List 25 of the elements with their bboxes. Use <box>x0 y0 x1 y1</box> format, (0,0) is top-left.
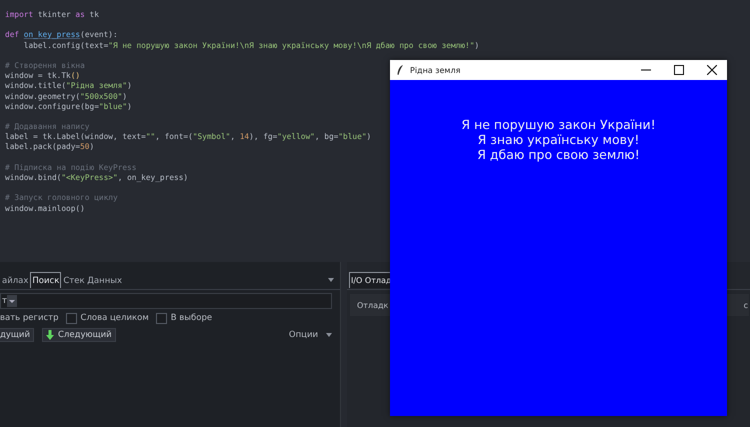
panel-tab[interactable]: Стек Данных <box>61 272 124 288</box>
panel-tab[interactable]: Поиск <box>30 272 62 288</box>
window-title: Рідна земля <box>410 66 460 74</box>
caret-icon[interactable] <box>328 278 334 282</box>
down-arrow-icon <box>46 330 54 340</box>
next-button[interactable]: Следующий <box>42 328 116 342</box>
label-text: Я знаю українську мову! <box>476 132 640 147</box>
options-menu[interactable]: Опции <box>288 330 318 340</box>
dropdown-icon[interactable] <box>6 295 17 307</box>
close-icon[interactable] <box>707 65 717 75</box>
checkbox-label[interactable]: В выборе <box>170 313 212 323</box>
checkbox[interactable] <box>156 312 167 324</box>
label-text: Я не порушую закон України! <box>461 117 656 132</box>
maximize-icon[interactable] <box>674 65 684 75</box>
caret-icon[interactable] <box>326 333 332 337</box>
label-text: Я дбаю про свою землю! <box>476 147 641 162</box>
feather-icon <box>397 65 404 75</box>
panel-tab[interactable]: айлах <box>0 272 30 288</box>
option-label: вать регистр <box>0 313 59 323</box>
debug-label: с <box>744 300 748 310</box>
debug-label: Отладк <box>357 300 388 310</box>
search-field[interactable]: т <box>0 293 332 309</box>
checkbox-label[interactable]: Слова целиком <box>80 313 149 323</box>
checkbox[interactable] <box>66 312 77 324</box>
previous-button[interactable]: дущий <box>0 328 34 342</box>
